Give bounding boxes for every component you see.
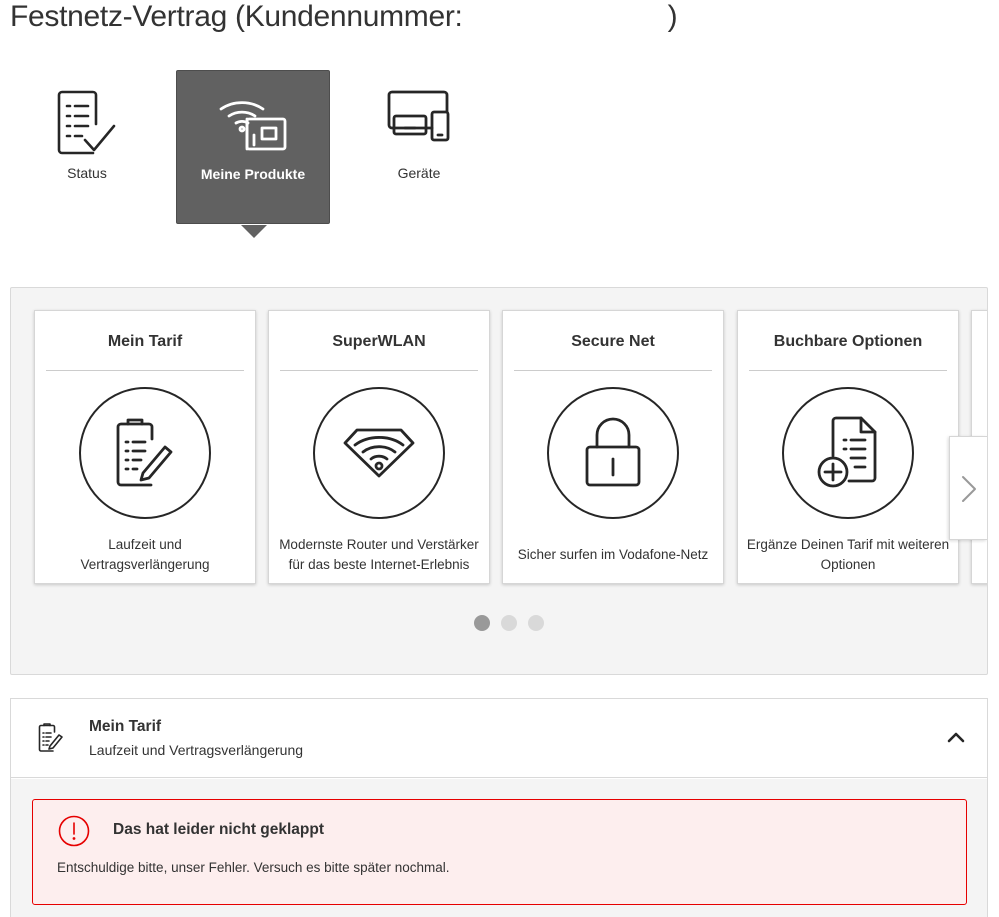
contract-pen-icon <box>116 418 173 487</box>
contract-pen-icon <box>38 723 63 752</box>
error-message: Entschuldige bitte, unser Fehler. Versuc… <box>57 860 450 875</box>
pagination-dot-3[interactable] <box>528 615 544 631</box>
nav-item-geraete[interactable]: Geräte <box>342 70 496 224</box>
active-tab-pointer <box>241 225 267 238</box>
pagination-dot-2[interactable] <box>501 615 517 631</box>
card-title: SuperWLAN <box>332 333 426 350</box>
card-desc-line: Ergänze Deinen Tarif mit weiteren <box>746 537 950 552</box>
card-description: Modernste Router und Verstärker für das … <box>275 535 483 575</box>
card-mein-tarif[interactable]: Mein Tarif Laufzeit und Vertragsverlänge… <box>34 310 256 584</box>
nav-item-status[interactable]: Status <box>10 70 164 224</box>
card-desc-line: Optionen <box>820 557 876 572</box>
card-divider <box>46 370 244 371</box>
card-desc-line: für das beste Internet-Erlebnis <box>288 557 470 572</box>
padlock-icon <box>585 417 641 487</box>
carousel-next-button[interactable] <box>949 436 987 540</box>
card-title: Buchbare Optionen <box>773 333 923 350</box>
accordion-body: Das hat leider nicht geklappt Entschuldi… <box>11 779 987 917</box>
accordion-mein-tarif: Mein Tarif Laufzeit und Vertragsverlänge… <box>10 698 988 917</box>
card-title: Secure Net <box>571 333 655 350</box>
card-description: Ergänze Deinen Tarif mit weiteren Option… <box>744 535 952 575</box>
card-divider <box>514 370 712 371</box>
card-description: Sicher surfen im Vodafone-Netz <box>509 545 717 565</box>
accordion-subtitle: Laufzeit und Vertragsverlängerung <box>89 742 304 758</box>
card-desc-line: Vertragsverlängerung <box>80 557 210 572</box>
nav-label-geraete: Geräte <box>397 165 441 181</box>
card-title: Mein Tarif <box>107 333 183 350</box>
checklist-icon <box>57 90 116 155</box>
document-plus-icon <box>817 416 877 488</box>
accordion-title: Mein Tarif <box>89 718 162 735</box>
wifi-router-icon <box>219 101 287 151</box>
card-icon-circle <box>313 387 445 519</box>
card-secure-net[interactable]: Secure Net Sicher surfen im Vodafone-Net… <box>502 310 724 584</box>
page-title-prefix: Festnetz-Vertrag (Kundennummer: <box>10 0 463 33</box>
product-carousel: Mein Tarif Laufzeit und Vertragsverlänge… <box>10 287 988 675</box>
error-notification: Das hat leider nicht geklappt Entschuldi… <box>32 799 967 905</box>
card-desc-line: Sicher surfen im Vodafone-Netz <box>517 547 709 562</box>
card-superwlan[interactable]: SuperWLAN Modernste Router und Verstärke… <box>268 310 490 584</box>
card-desc-line: Laufzeit und <box>108 537 182 552</box>
card-divider <box>280 370 478 371</box>
wifi-diamond-icon <box>343 428 415 478</box>
card-buchbare-optionen[interactable]: Buchbare Optionen Ergänze Deinen Tarif m… <box>737 310 959 584</box>
error-title: Das hat leider nicht geklappt <box>113 821 325 838</box>
card-description: Laufzeit und Vertragsverlängerung <box>41 535 249 575</box>
pagination-dot-1[interactable] <box>474 615 490 631</box>
card-icon-circle <box>547 387 679 519</box>
error-alert-icon <box>58 815 90 847</box>
chevron-right-icon <box>962 476 976 502</box>
chevron-up-icon[interactable] <box>947 731 965 743</box>
card-divider <box>749 370 947 371</box>
nav-label-status: Status <box>67 165 107 181</box>
card-desc-line: Modernste Router und Verstärker <box>279 537 479 552</box>
devices-icon <box>387 90 450 142</box>
nav-label-meine-produkte: Meine Produkte <box>200 166 306 182</box>
card-icon-circle <box>782 387 914 519</box>
page-title-suffix: ) <box>667 0 678 33</box>
page-title: Festnetz-Vertrag (Kundennummer:) <box>10 0 678 34</box>
customer-number-redacted <box>463 8 668 28</box>
nav-item-meine-produkte[interactable]: Meine Produkte <box>176 70 330 224</box>
accordion-header[interactable]: Mein Tarif Laufzeit und Vertragsverlänge… <box>11 699 987 778</box>
card-icon-circle <box>79 387 211 519</box>
